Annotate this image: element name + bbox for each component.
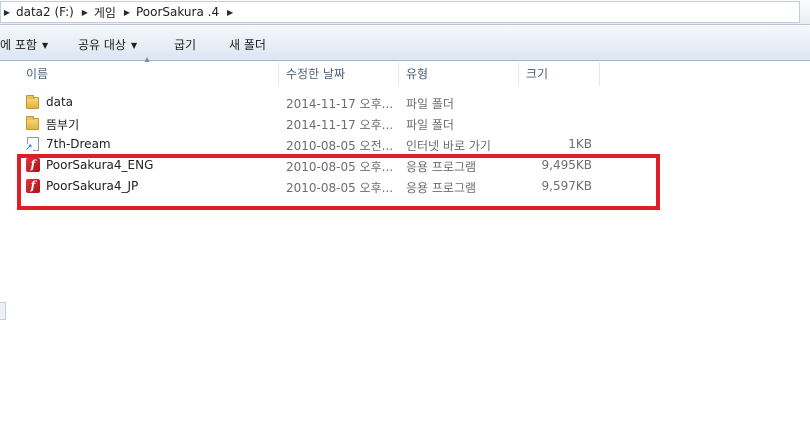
command-bar: 에 포함 ▼ 공유 대상 ▼ 굽기 새 폴더 [0,26,810,61]
address-bar: ▶ data2 (F:) ▶ 게임 ▶ PoorSakura .4 ▶ [0,0,810,25]
breadcrumb-chevron-icon[interactable]: ▶ [79,8,91,17]
burn-button[interactable]: 굽기 [174,36,196,53]
column-header-type[interactable]: 유형 [400,62,519,86]
column-header-name[interactable]: 이름 [20,62,279,86]
file-date: 2014-11-17 오후... [286,118,394,132]
file-date: 2010-08-05 오전... [286,139,394,153]
file-name: 뜸부기 [46,118,80,132]
file-name: 7th-Dream [46,137,111,151]
column-header-date-modified[interactable]: 수정한 날짜 [280,62,399,86]
column-header-size[interactable]: 크기 [520,62,600,86]
breadcrumb-chevron-icon[interactable]: ▶ [1,8,13,17]
breadcrumb[interactable]: ▶ data2 (F:) ▶ 게임 ▶ PoorSakura .4 ▶ [0,1,800,23]
file-size: 1KB [568,137,592,151]
file-type: 인터넷 바로 가기 [406,139,491,153]
column-header-row: 이름 수정한 날짜 유형 크기 [0,62,810,86]
file-row-7th-dream[interactable]: 7th-Dream 2010-08-05 오전... 인터넷 바로 가기 1KB [22,134,662,155]
breadcrumb-drive[interactable]: data2 (F:) [13,5,79,19]
breadcrumb-current-folder[interactable]: PoorSakura .4 [133,5,224,19]
folder-icon [25,115,41,131]
file-row-folder-2[interactable]: 뜸부기 2014-11-17 오후... 파일 폴더 [22,113,662,134]
share-with-button[interactable]: 공유 대상 ▼ [78,36,137,53]
breadcrumb-chevron-icon[interactable]: ▶ [121,8,133,17]
internet-shortcut-icon [25,136,41,153]
file-date: 2014-11-17 오후... [286,97,394,111]
dropdown-caret-icon: ▼ [41,41,49,50]
file-name: data [46,95,74,109]
highlight-box [17,154,660,210]
file-type: 파일 폴더 [406,118,454,132]
file-type: 파일 폴더 [406,97,454,111]
folder-icon [25,94,41,110]
file-row-data[interactable]: data 2014-11-17 오후... 파일 폴더 [22,92,662,113]
breadcrumb-chevron-icon[interactable]: ▶ [224,8,236,17]
new-folder-button[interactable]: 새 폴더 [229,36,266,53]
scrollbar-thumb[interactable] [0,302,6,320]
dropdown-caret-icon: ▼ [130,41,138,50]
include-in-library-button[interactable]: 에 포함 ▼ [0,36,48,53]
breadcrumb-games[interactable]: 게임 [91,4,121,21]
